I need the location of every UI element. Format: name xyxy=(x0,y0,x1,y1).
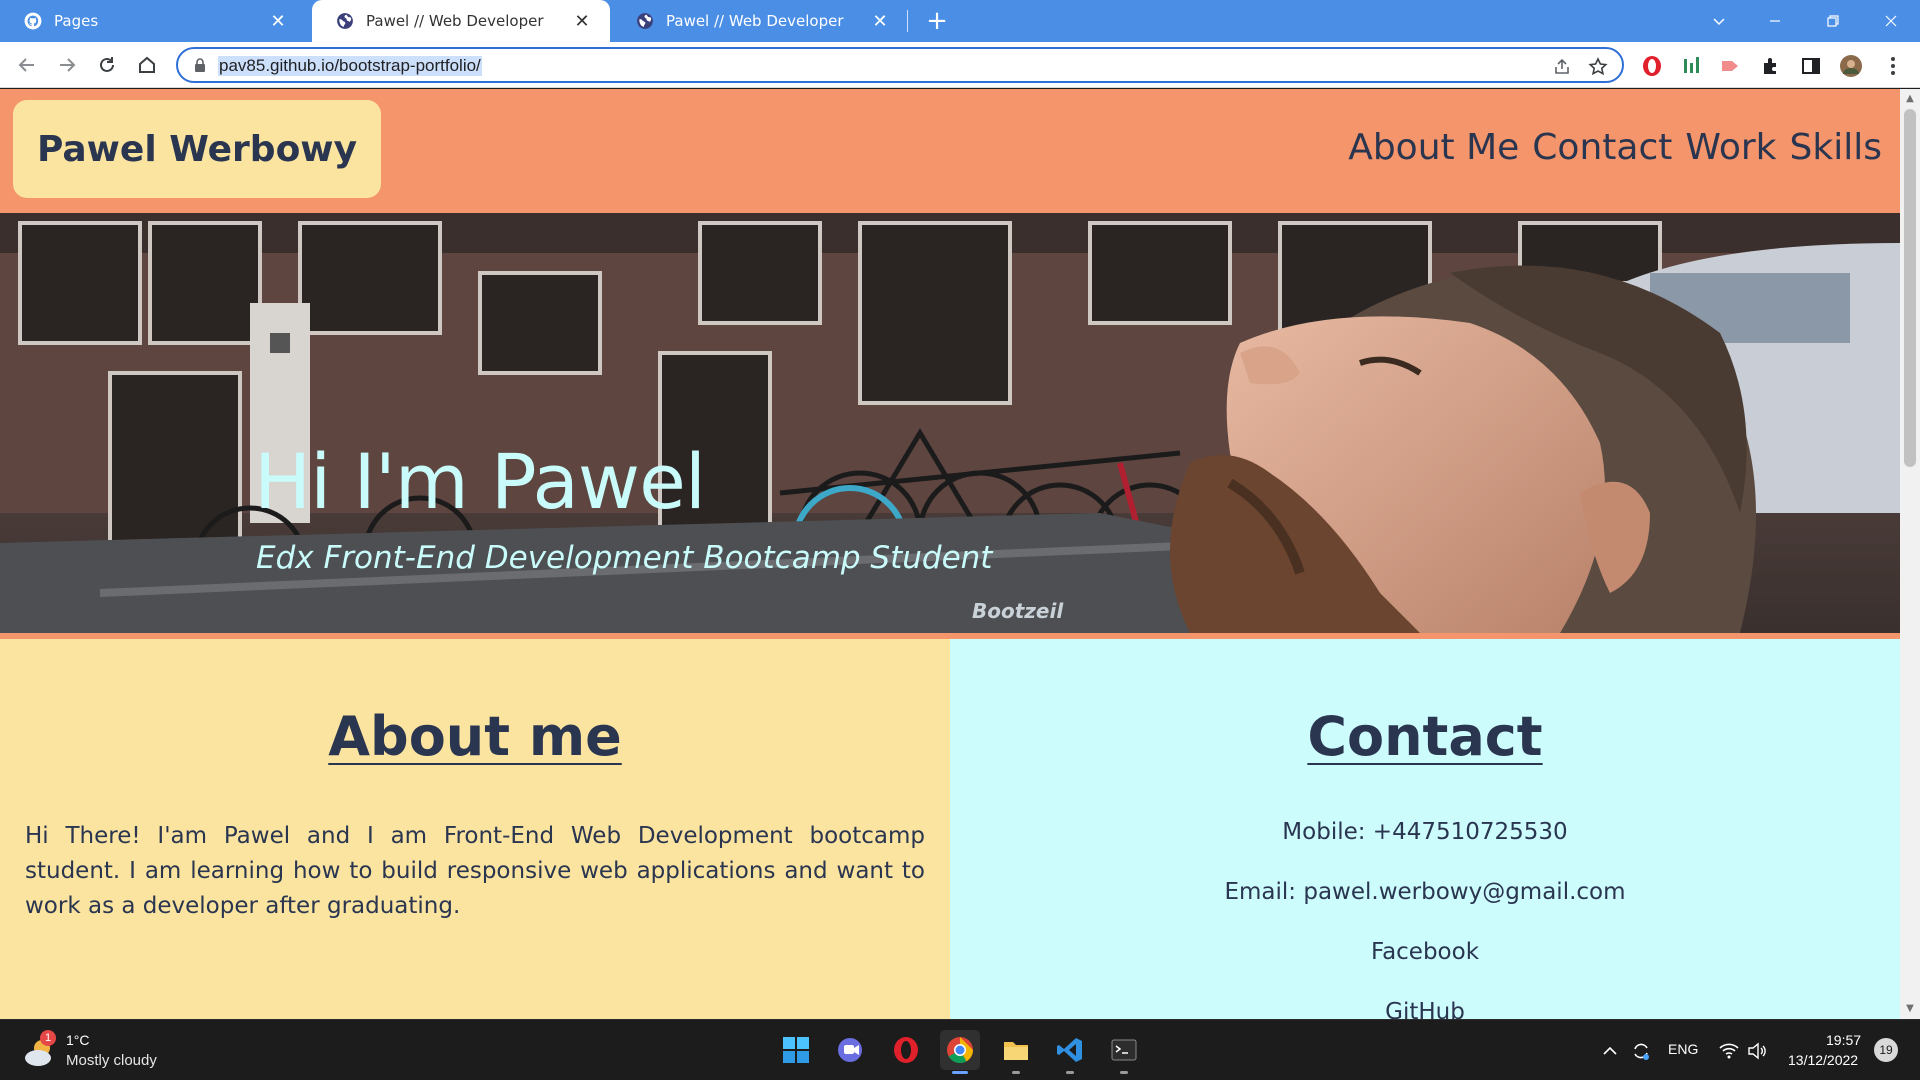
close-icon[interactable]: ✕ xyxy=(268,11,288,32)
nav-link-about-me[interactable]: About Me xyxy=(1348,127,1519,168)
folder-icon xyxy=(1004,1042,1028,1060)
chat-icon xyxy=(838,1038,862,1062)
nav-link-work[interactable]: Work xyxy=(1685,127,1776,168)
menu-kebab-icon[interactable] xyxy=(1882,55,1904,77)
globe-icon xyxy=(637,13,653,29)
github-icon xyxy=(24,12,42,30)
new-tab-button[interactable]: + xyxy=(922,6,952,36)
tab-web-developer-active[interactable]: Pawel // Web Developer ✕ xyxy=(312,0,610,42)
share-icon[interactable] xyxy=(1552,57,1572,77)
clock-date[interactable]: 13/12/2022 xyxy=(1788,1052,1858,1068)
extensions-puzzle-icon[interactable] xyxy=(1760,55,1782,77)
terminal-app[interactable] xyxy=(1104,1030,1144,1074)
tab-strip: Pages ✕ Pawel // Web Developer ✕ Pawel /… xyxy=(0,0,1920,42)
site-nav: About Me Contact Work Skills xyxy=(1348,127,1882,168)
contact-mobile: Mobile: +447510725530 xyxy=(1282,819,1568,845)
sync-icon[interactable] xyxy=(1630,1040,1652,1062)
metrics-extension-icon[interactable] xyxy=(1681,55,1703,77)
tab-label: Pages xyxy=(54,12,99,30)
tab-label: Pawel // Web Developer xyxy=(366,12,544,30)
scroll-down-icon[interactable]: ▼ xyxy=(1904,1003,1916,1015)
taskbar: 1 1°C Mostly cloudy ENG 19:57 13/12/2022… xyxy=(0,1019,1920,1080)
chrome-app[interactable] xyxy=(940,1030,980,1074)
weather-alert-badge: 1 xyxy=(40,1030,56,1046)
weather-widget[interactable]: 1 1°C Mostly cloudy xyxy=(22,1030,222,1072)
language-indicator[interactable]: ENG xyxy=(1668,1041,1698,1057)
contact-github-link[interactable]: GitHub xyxy=(950,999,1900,1019)
hero-banner: Bootzeil Hi I'm Pawel Edx Front-End Deve… xyxy=(0,213,1900,633)
tab-separator xyxy=(907,10,908,32)
terminal-icon xyxy=(1111,1039,1137,1061)
chevron-up-icon[interactable] xyxy=(1599,1040,1621,1062)
profile-avatar[interactable] xyxy=(1840,55,1862,77)
running-indicator xyxy=(1012,1071,1020,1074)
tab-label: Pawel // Web Developer xyxy=(666,12,844,30)
browser-toolbar: pav85.github.io/bootstrap-portfolio/ xyxy=(0,42,1920,88)
back-icon[interactable] xyxy=(12,50,42,80)
scroll-up-icon[interactable]: ▲ xyxy=(1904,93,1916,105)
contact-title-text[interactable]: Contact xyxy=(1307,705,1542,768)
minimize-icon[interactable] xyxy=(1752,0,1798,42)
active-indicator xyxy=(952,1071,968,1074)
start-button[interactable] xyxy=(776,1030,816,1070)
opera-app[interactable] xyxy=(886,1030,926,1070)
running-indicator xyxy=(1066,1071,1074,1074)
scroll-thumb[interactable] xyxy=(1904,109,1916,467)
site-brand[interactable]: Pawel Werbowy xyxy=(37,129,357,170)
weather-description: Mostly cloudy xyxy=(66,1052,157,1069)
contact-section: Contact Mobile: +447510725530 Email: paw… xyxy=(950,639,1900,1019)
about-title: About me xyxy=(0,705,950,768)
bookmark-star-icon[interactable] xyxy=(1588,57,1608,77)
windows-start-icon xyxy=(783,1037,809,1063)
about-title-text[interactable]: About me xyxy=(328,705,622,768)
reload-icon[interactable] xyxy=(92,50,122,80)
close-icon[interactable]: ✕ xyxy=(572,11,592,32)
url-text[interactable]: pav85.github.io/bootstrap-portfolio/ xyxy=(218,56,482,76)
side-panel-icon[interactable] xyxy=(1800,55,1822,77)
vscode-icon xyxy=(1057,1038,1082,1062)
vscode-app[interactable] xyxy=(1050,1030,1090,1074)
address-bar[interactable]: pav85.github.io/bootstrap-portfolio/ xyxy=(176,47,1624,83)
about-text: Hi There! I'am Pawel and I am Front-End … xyxy=(25,823,925,919)
chrome-icon xyxy=(947,1037,974,1064)
hero-title: Hi I'm Pawel xyxy=(254,437,706,526)
contact-facebook-link[interactable]: Facebook xyxy=(950,939,1900,965)
home-icon[interactable] xyxy=(132,50,162,80)
nav-link-contact[interactable]: Contact xyxy=(1532,127,1672,168)
opera-icon xyxy=(894,1037,918,1063)
file-explorer-app[interactable] xyxy=(996,1030,1036,1074)
forward-icon[interactable] xyxy=(52,50,82,80)
globe-icon xyxy=(337,13,353,29)
weather-temperature: 1°C xyxy=(66,1032,90,1048)
opera-extension-icon[interactable] xyxy=(1641,55,1663,77)
tab-pages[interactable]: Pages ✕ xyxy=(0,0,306,42)
teams-chat-app[interactable] xyxy=(830,1030,870,1070)
wifi-icon[interactable] xyxy=(1718,1040,1740,1062)
restore-icon[interactable] xyxy=(1810,0,1856,42)
notification-count-badge[interactable]: 19 xyxy=(1874,1038,1898,1062)
lock-icon xyxy=(195,58,205,72)
brand-box[interactable]: Pawel Werbowy xyxy=(13,100,381,198)
hero-subtitle: Edx Front-End Development Bootcamp Stude… xyxy=(256,540,993,576)
close-window-icon[interactable] xyxy=(1868,0,1914,42)
nav-link-skills[interactable]: Skills xyxy=(1790,127,1882,168)
tab-search-icon[interactable] xyxy=(1696,0,1742,42)
page-viewport: Pawel Werbowy About Me Contact Work Skil… xyxy=(0,89,1920,1019)
recorder-extension-icon[interactable] xyxy=(1719,55,1741,77)
close-icon[interactable]: ✕ xyxy=(870,11,890,32)
hero-photo-text: Bootzeil xyxy=(972,599,1064,623)
site-header: Pawel Werbowy About Me Contact Work Skil… xyxy=(0,89,1900,213)
contact-email[interactable]: Email: pawel.werbowy@gmail.com xyxy=(950,879,1900,905)
about-section: About me Hi There! I'am Pawel and I am F… xyxy=(0,639,950,1019)
tab-web-developer[interactable]: Pawel // Web Developer ✕ xyxy=(612,0,908,42)
running-indicator xyxy=(1120,1071,1128,1074)
clock-time[interactable]: 19:57 xyxy=(1826,1032,1861,1048)
page-scrollbar[interactable]: ▲ ▼ xyxy=(1900,89,1920,1019)
contact-title: Contact xyxy=(950,705,1900,768)
volume-icon[interactable] xyxy=(1746,1040,1768,1062)
